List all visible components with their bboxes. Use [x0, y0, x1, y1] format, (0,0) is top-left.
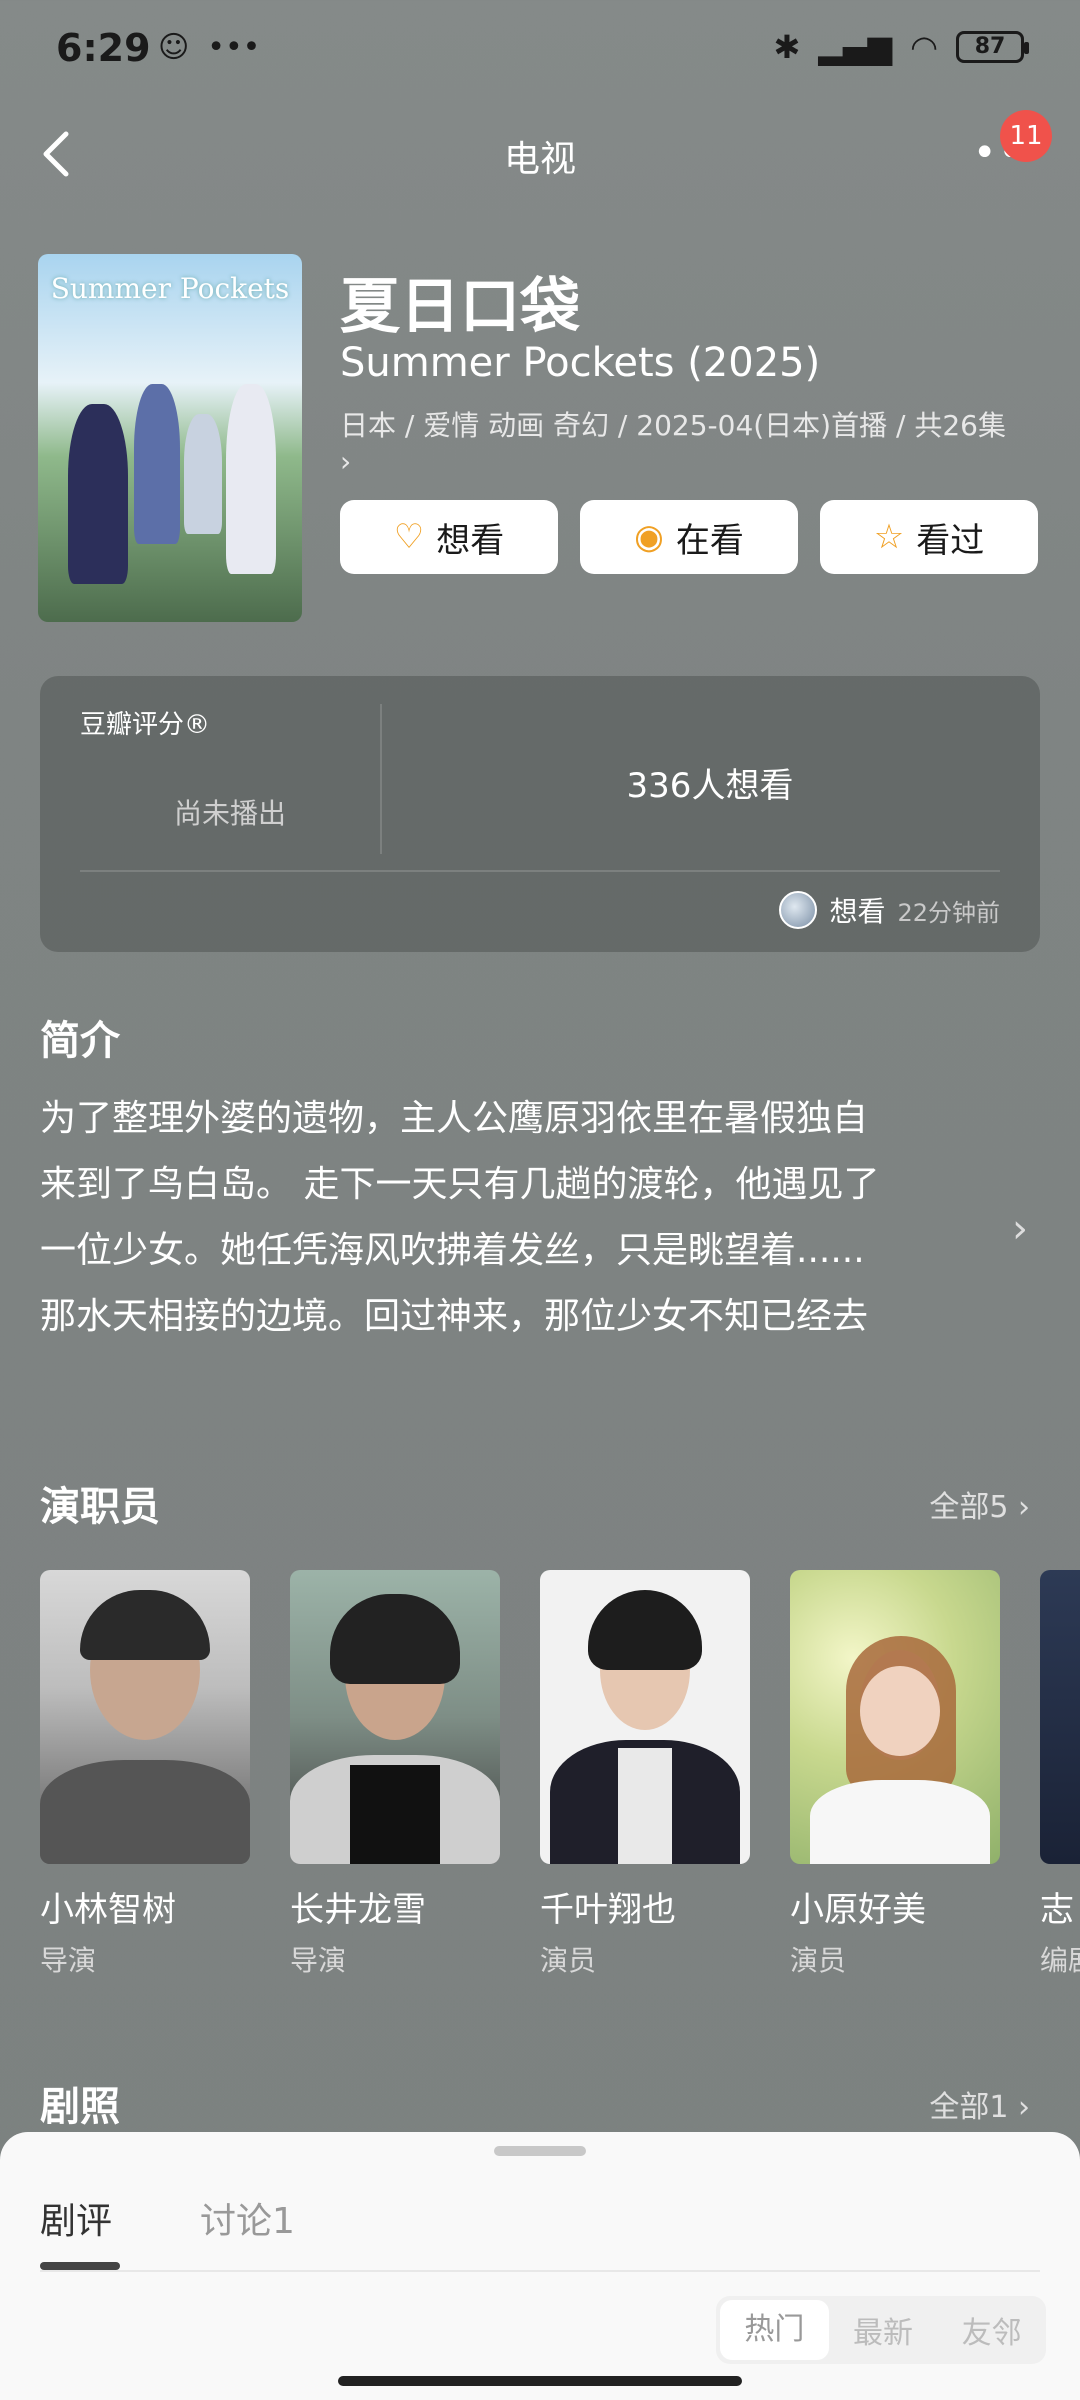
sort-hot[interactable]: 热门 — [720, 2300, 829, 2360]
sort-segment: 热门 最新 友邻 — [716, 2296, 1046, 2364]
cast-name: 志 — [1040, 1890, 1074, 1930]
cast-photo — [290, 1570, 500, 1864]
want-to-watch-button[interactable]: ♡ 想看 — [340, 500, 558, 574]
rating-card[interactable]: 豆瓣评分® 尚未播出 336人想看 想看 22分钟前 — [40, 676, 1040, 952]
notification-badge: 11 — [1000, 110, 1052, 162]
cast-role: 导演 — [290, 1944, 347, 1977]
sort-latest[interactable]: 最新 — [829, 2308, 938, 2352]
chevron-right-icon: › — [340, 445, 352, 478]
battery-icon: 87 — [956, 31, 1029, 63]
cast-list: 小林智树 导演 长井龙雪 导演 千叶翔也 演员 小原好美 演员 志 编 — [40, 1570, 1080, 1979]
signal-icon: ▂▄▆ — [818, 28, 893, 66]
cast-role: 导演 — [40, 1944, 97, 1977]
cast-photo — [40, 1570, 250, 1864]
cast-photo — [1040, 1570, 1080, 1864]
cast-photo — [790, 1570, 1000, 1864]
drag-handle[interactable] — [494, 2146, 586, 2156]
more-notifications: ••• — [207, 30, 261, 65]
tab-reviews[interactable]: 剧评 — [40, 2192, 112, 2244]
show-subtitle: Summer Pockets (2025) — [340, 340, 821, 386]
rating-status: 尚未播出 — [173, 797, 286, 830]
poster-logo: Summer Pockets — [50, 272, 290, 305]
cast-item[interactable]: 志 编剧 — [1040, 1570, 1080, 1979]
poster-image[interactable]: Summer Pockets — [38, 254, 302, 622]
want-count: 336人想看 — [626, 766, 794, 806]
show-title: 夏日口袋 — [340, 272, 580, 342]
cast-photo — [540, 1570, 750, 1864]
page-title: 电视 — [503, 139, 576, 180]
avatar — [779, 891, 818, 929]
cast-item[interactable]: 小林智树 导演 — [40, 1570, 250, 1979]
heart-plus-icon: ♡ — [393, 517, 425, 557]
nav-bar: 电视 •• 11 — [0, 110, 1080, 200]
cast-name: 长井龙雪 — [290, 1890, 426, 1930]
cast-item[interactable]: 千叶翔也 演员 — [540, 1570, 750, 1979]
active-tab-indicator — [40, 2262, 120, 2270]
bottom-sheet: 剧评 讨论1 热门 最新 友邻 — [0, 2132, 1080, 2400]
rating-label: 豆瓣评分® — [80, 710, 211, 740]
target-icon: ◉ — [634, 517, 664, 557]
photos-all-link[interactable]: 全部1 › — [929, 2082, 1030, 2126]
sort-friends[interactable]: 友邻 — [937, 2308, 1046, 2352]
activity-action: 想看 — [829, 895, 886, 928]
watched-button[interactable]: ☆ 看过 — [820, 500, 1038, 574]
cast-role: 演员 — [540, 1944, 597, 1977]
star-icon: ☆ — [873, 517, 905, 557]
tab-discussion[interactable]: 讨论1 — [200, 2192, 295, 2244]
photos-title: 剧照 — [40, 2084, 120, 2130]
notification-icon: ☺ — [158, 30, 190, 65]
intro-text[interactable]: 为了整理外婆的遗物，主人公鹰原羽依里在暑假独自 来到了鸟白岛。 走下一天只有几趟… — [40, 1086, 980, 1350]
recent-activity[interactable]: 想看 22分钟前 — [779, 890, 1000, 930]
intro-title: 简介 — [40, 1018, 120, 1064]
home-indicator[interactable] — [338, 2376, 742, 2386]
watching-button[interactable]: ◉ 在看 — [580, 500, 798, 574]
cast-role: 演员 — [790, 1944, 847, 1977]
cast-all-link[interactable]: 全部5 › — [929, 1482, 1030, 1526]
action-buttons: ♡ 想看 ◉ 在看 ☆ 看过 — [340, 500, 1038, 574]
activity-time: 22分钟前 — [897, 898, 1000, 927]
cast-role: 编剧 — [1040, 1944, 1080, 1977]
cast-name: 千叶翔也 — [540, 1890, 676, 1930]
status-time: 6:29 — [56, 26, 151, 70]
cast-title: 演职员 — [40, 1484, 160, 1530]
status-bar: 6:29 ☺ ••• ✱ ▂▄▆ ◠ 87 — [0, 0, 1080, 100]
wifi-icon: ◠ — [910, 28, 938, 66]
cast-name: 小原好美 — [790, 1890, 926, 1930]
show-meta[interactable]: 日本 / 爱情 动画 奇幻 / 2025-04(日本)首播 / 共26集 › — [340, 408, 1040, 480]
bluetooth-icon: ✱ — [773, 28, 801, 66]
intro-expand-icon[interactable]: › — [1012, 1206, 1028, 1252]
cast-item[interactable]: 小原好美 演员 — [790, 1570, 1000, 1979]
cast-name: 小林智树 — [40, 1890, 176, 1930]
show-meta-text: 日本 / 爱情 动画 奇幻 / 2025-04(日本)首播 / 共26集 — [340, 409, 1006, 442]
cast-item[interactable]: 长井龙雪 导演 — [290, 1570, 500, 1979]
